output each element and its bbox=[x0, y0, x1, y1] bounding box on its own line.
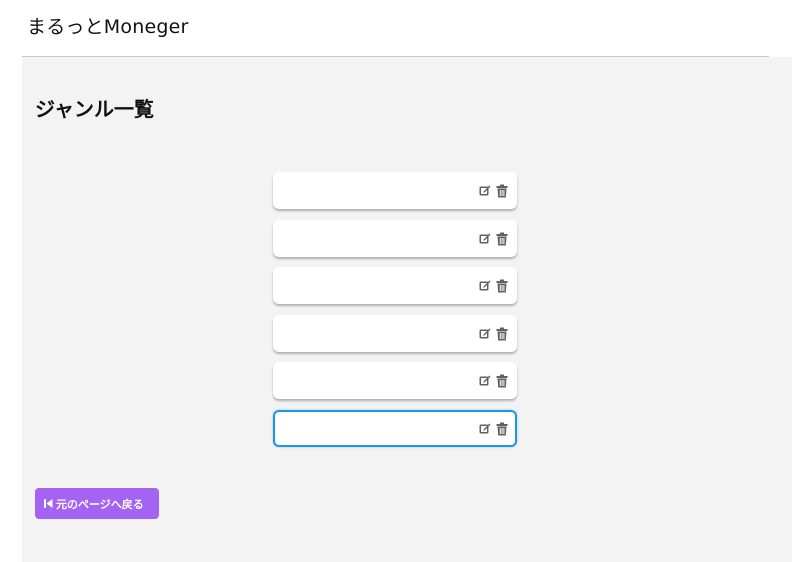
item-actions bbox=[479, 184, 508, 198]
genre-list-item[interactable] bbox=[273, 314, 517, 352]
edit-icon[interactable] bbox=[479, 374, 491, 388]
genre-list-item[interactable] bbox=[273, 362, 517, 400]
genre-list-item[interactable] bbox=[273, 219, 517, 257]
main-content: ジャンル一覧 元のページへ戻る bbox=[22, 57, 792, 562]
genre-list bbox=[273, 172, 517, 458]
item-actions bbox=[479, 327, 508, 341]
back-button-label: 元のページへ戻る bbox=[56, 497, 144, 511]
trash-icon[interactable] bbox=[496, 184, 508, 198]
skip-back-icon bbox=[44, 499, 53, 508]
trash-icon[interactable] bbox=[496, 232, 508, 246]
item-actions bbox=[479, 374, 508, 388]
trash-icon[interactable] bbox=[496, 279, 508, 293]
edit-icon[interactable] bbox=[479, 232, 491, 246]
item-actions bbox=[479, 279, 508, 293]
trash-icon[interactable] bbox=[496, 327, 508, 341]
genre-list-item-selected[interactable] bbox=[273, 409, 517, 447]
edit-icon[interactable] bbox=[479, 422, 491, 436]
edit-icon[interactable] bbox=[479, 327, 491, 341]
app-title[interactable]: まるっとMoneger bbox=[27, 12, 189, 39]
back-button[interactable]: 元のページへ戻る bbox=[35, 488, 159, 519]
app-header: まるっとMoneger bbox=[0, 0, 792, 56]
page-title: ジャンル一覧 bbox=[35, 97, 154, 121]
item-actions bbox=[479, 232, 508, 246]
trash-icon[interactable] bbox=[496, 422, 508, 436]
trash-icon[interactable] bbox=[496, 374, 508, 388]
genre-list-item[interactable] bbox=[273, 267, 517, 305]
genre-list-item[interactable] bbox=[273, 172, 517, 209]
edit-icon[interactable] bbox=[479, 184, 491, 198]
edit-icon[interactable] bbox=[479, 279, 491, 293]
item-actions bbox=[479, 422, 508, 436]
